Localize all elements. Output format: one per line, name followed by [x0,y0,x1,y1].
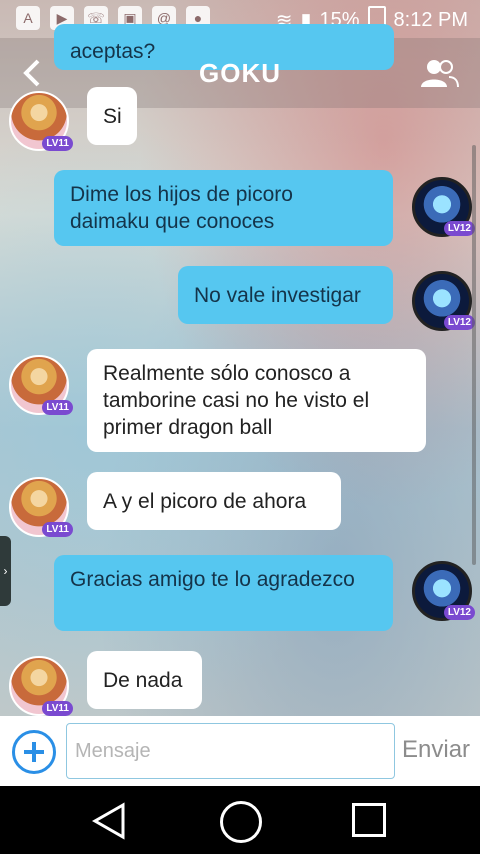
avatar[interactable]: LV12 [412,561,475,621]
message-bubble: Realmente sólo conosco a tamborine casi … [87,349,426,452]
message-bubble: Dime los hijos de picoro daimaku que con… [54,170,393,246]
side-drawer-handle[interactable]: › [0,536,11,606]
clock: 8:12 PM [393,8,468,31]
nav-back-icon[interactable] [90,801,128,841]
avatar[interactable]: LV11 [9,355,73,415]
send-button[interactable]: Enviar [402,736,470,764]
avatar[interactable]: LV12 [412,177,475,237]
avatar[interactable]: LV11 [9,477,73,537]
message-bubble: De nada [87,651,202,709]
avatar[interactable]: LV11 [9,91,73,151]
message-bubble: No vale investigar [178,266,393,324]
nav-home-icon[interactable] [220,801,262,843]
scrollbar[interactable] [472,145,476,565]
chat-title: GOKU [199,58,281,88]
add-attachment-button[interactable] [12,730,56,774]
message-bubble: Si [87,87,137,145]
amino-app-icon: A [16,6,40,30]
avatar[interactable]: LV11 [9,656,73,716]
message-bubble: Gracias amigo te lo agradezco [54,555,393,631]
members-icon[interactable] [418,58,460,88]
nav-recent-apps-icon[interactable] [352,803,386,837]
message-bubble: A y el picoro de ahora [87,472,341,530]
avatar[interactable]: LV12 [412,271,475,331]
message-input[interactable] [66,723,395,779]
